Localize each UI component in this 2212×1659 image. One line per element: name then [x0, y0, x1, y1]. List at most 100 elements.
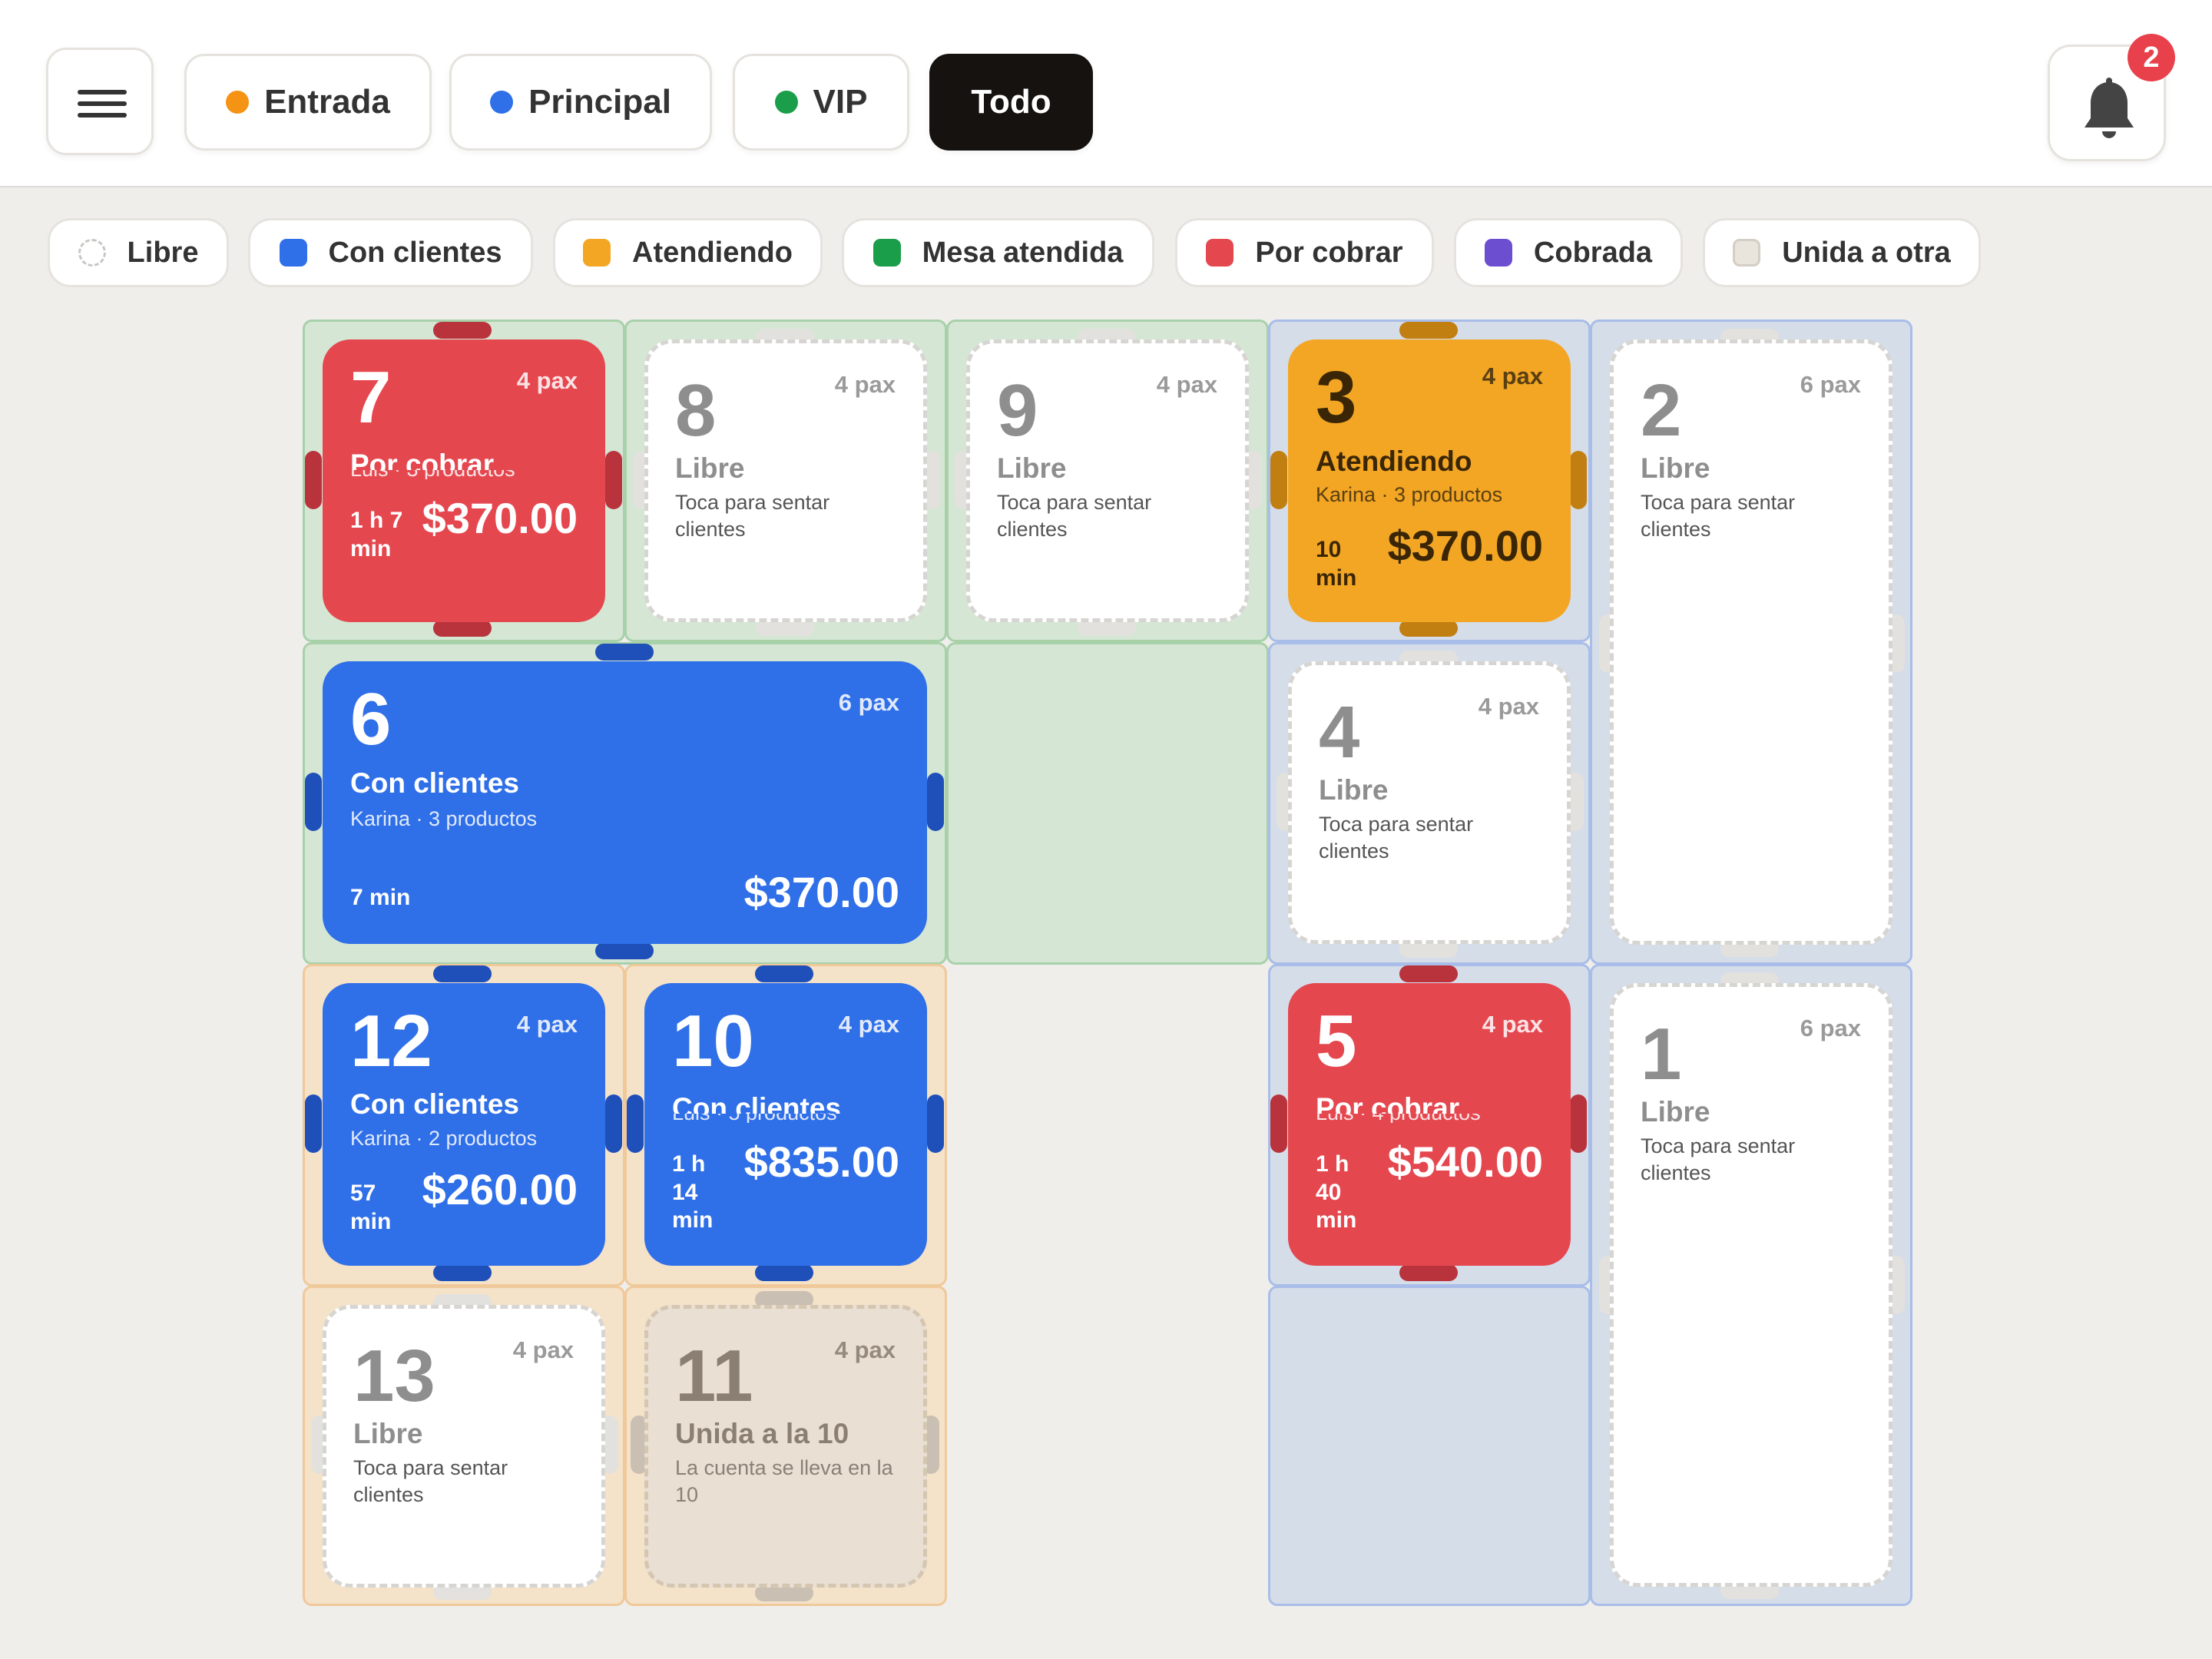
table-waiter-products: Karina · 2 productos: [350, 1127, 538, 1150]
table-3[interactable]: 3 4 pax Atendiendo Karina · 3 productos …: [1288, 339, 1571, 622]
table-waiter-products: Luis · 3 productos: [350, 470, 581, 479]
table-sub-clip: Luis · 4 productos: [1316, 1114, 1546, 1123]
table-amount: $260.00: [422, 1165, 578, 1214]
chair: [927, 773, 944, 831]
chair: [305, 451, 322, 509]
table-elapsed-time: 1 h 7 min: [350, 508, 403, 561]
table-status: Libre: [1641, 1096, 1710, 1128]
table-number: 5: [1316, 1000, 1357, 1082]
chair: [433, 1264, 492, 1281]
legend-cobrada: Cobrada: [1454, 218, 1683, 287]
table-number: 2: [1641, 369, 1682, 452]
blue-swatch-icon: [279, 239, 307, 267]
legend-label: Atendiendo: [632, 236, 793, 269]
table-amount: $835.00: [743, 1137, 899, 1186]
chair: [305, 773, 322, 831]
table-elapsed-time: 57 min: [350, 1181, 392, 1234]
free-swatch-icon: [78, 239, 106, 267]
grid-cell: [1268, 1286, 1591, 1606]
notification-badge: 2: [2128, 34, 2175, 81]
table-hint: Toca para sentar clientes: [353, 1456, 508, 1507]
table-status-clip: Por cobrar: [1316, 1092, 1546, 1114]
table-7[interactable]: 7 4 pax Por cobrar Luis · 3 productos 1 …: [323, 339, 605, 622]
table-4[interactable]: 4 4 pax Libre Toca para sentar clientes: [1288, 661, 1571, 944]
table-status-clip: Por cobrar: [350, 449, 581, 470]
zone-tab-principal[interactable]: Principal: [449, 54, 712, 151]
zone-tab-vip[interactable]: VIP: [733, 54, 909, 151]
table-status: Por cobrar: [1316, 1092, 1460, 1114]
chair: [305, 1094, 322, 1153]
table-waiter-products: Karina · 3 productos: [350, 807, 538, 830]
table-2[interactable]: 2 6 pax Libre Toca para sentar clientes: [1610, 339, 1892, 945]
chair: [755, 965, 813, 982]
table-number: 11: [675, 1335, 753, 1417]
chair: [1570, 451, 1587, 509]
hamburger-menu-button[interactable]: [46, 48, 154, 155]
table-8[interactable]: 8 4 pax Libre Toca para sentar clientes: [644, 339, 927, 622]
table-hint: Toca para sentar clientes: [997, 491, 1152, 541]
table-status: Por cobrar: [350, 449, 495, 470]
chair: [1270, 1094, 1287, 1153]
zone-tab-entrada[interactable]: Entrada: [184, 54, 432, 151]
legend-mesa-atendida: Mesa atendida: [842, 218, 1154, 287]
table-status: Libre: [353, 1418, 423, 1449]
legend-por-cobrar: Por cobrar: [1175, 218, 1434, 287]
beige-swatch-icon: [1733, 239, 1761, 267]
table-elapsed-time: 7 min: [350, 885, 411, 910]
table-capacity: 4 pax: [1482, 363, 1543, 389]
chair: [1399, 322, 1458, 339]
table-capacity: 4 pax: [1156, 371, 1217, 398]
zone-tab-label: Entrada: [264, 83, 390, 121]
chair: [1399, 620, 1458, 637]
table-status: Con clientes: [350, 1088, 519, 1120]
chair: [1270, 451, 1287, 509]
table-waiter-products: Luis · 4 productos: [1316, 1114, 1546, 1123]
table-11[interactable]: 11 4 pax Unida a la 10 La cuenta se llev…: [644, 1305, 927, 1588]
table-amount: $370.00: [1387, 522, 1543, 570]
table-capacity: 4 pax: [834, 371, 896, 398]
legend-atendiendo: Atendiendo: [553, 218, 823, 287]
chair: [433, 322, 492, 339]
menu-icon-line: [78, 90, 127, 94]
chair: [605, 451, 622, 509]
table-hint: Toca para sentar clientes: [1641, 491, 1796, 541]
table-status: Con clientes: [350, 767, 519, 799]
table-capacity: 4 pax: [512, 1336, 574, 1363]
table-1[interactable]: 1 6 pax Libre Toca para sentar clientes: [1610, 983, 1892, 1587]
table-5[interactable]: 5 4 pax Por cobrar Luis · 4 productos 1 …: [1288, 983, 1571, 1266]
table-capacity: 4 pax: [838, 1011, 899, 1038]
chair: [927, 1094, 944, 1153]
table-capacity: 4 pax: [516, 367, 578, 394]
zone-tab-label: Principal: [528, 83, 671, 121]
table-status: Libre: [675, 452, 745, 484]
table-status: Libre: [1641, 452, 1710, 484]
table-capacity: 4 pax: [834, 1336, 896, 1363]
chair: [605, 1094, 622, 1153]
grid-cell: [946, 642, 1269, 965]
table-9[interactable]: 9 4 pax Libre Toca para sentar clientes: [966, 339, 1249, 622]
table-hint: Toca para sentar clientes: [1641, 1134, 1796, 1185]
legend-unida-a-otra: Unida a otra: [1703, 218, 1981, 287]
table-13[interactable]: 13 4 pax Libre Toca para sentar clientes: [323, 1305, 605, 1588]
table-sub-clip: Luis · 3 productos: [350, 470, 581, 479]
table-12[interactable]: 12 4 pax Con clientes Karina · 2 product…: [323, 983, 605, 1266]
table-10[interactable]: 10 4 pax Con clientes Luis · 5 productos…: [644, 983, 927, 1266]
menu-icon-line: [78, 113, 127, 118]
table-number: 13: [353, 1335, 435, 1417]
legend-label: Cobrada: [1533, 236, 1653, 269]
table-number: 10: [672, 1000, 754, 1082]
chair: [755, 1264, 813, 1281]
legend-label: Mesa atendida: [922, 236, 1124, 269]
green-dot-icon: [774, 91, 798, 114]
menu-icon-line: [78, 101, 127, 106]
table-hint: Toca para sentar clientes: [675, 491, 830, 541]
zone-tab-todo[interactable]: Todo: [929, 54, 1093, 151]
table-hint: Toca para sentar clientes: [1319, 813, 1474, 863]
table-number: 4: [1319, 691, 1360, 773]
table-number: 1: [1641, 1013, 1682, 1095]
green-swatch-icon: [873, 239, 901, 267]
table-number: 8: [675, 369, 717, 452]
zone-tab-label: Todo: [971, 83, 1051, 121]
table-6[interactable]: 6 6 pax Con clientes Karina · 3 producto…: [323, 661, 927, 944]
blue-dot-icon: [490, 91, 514, 114]
